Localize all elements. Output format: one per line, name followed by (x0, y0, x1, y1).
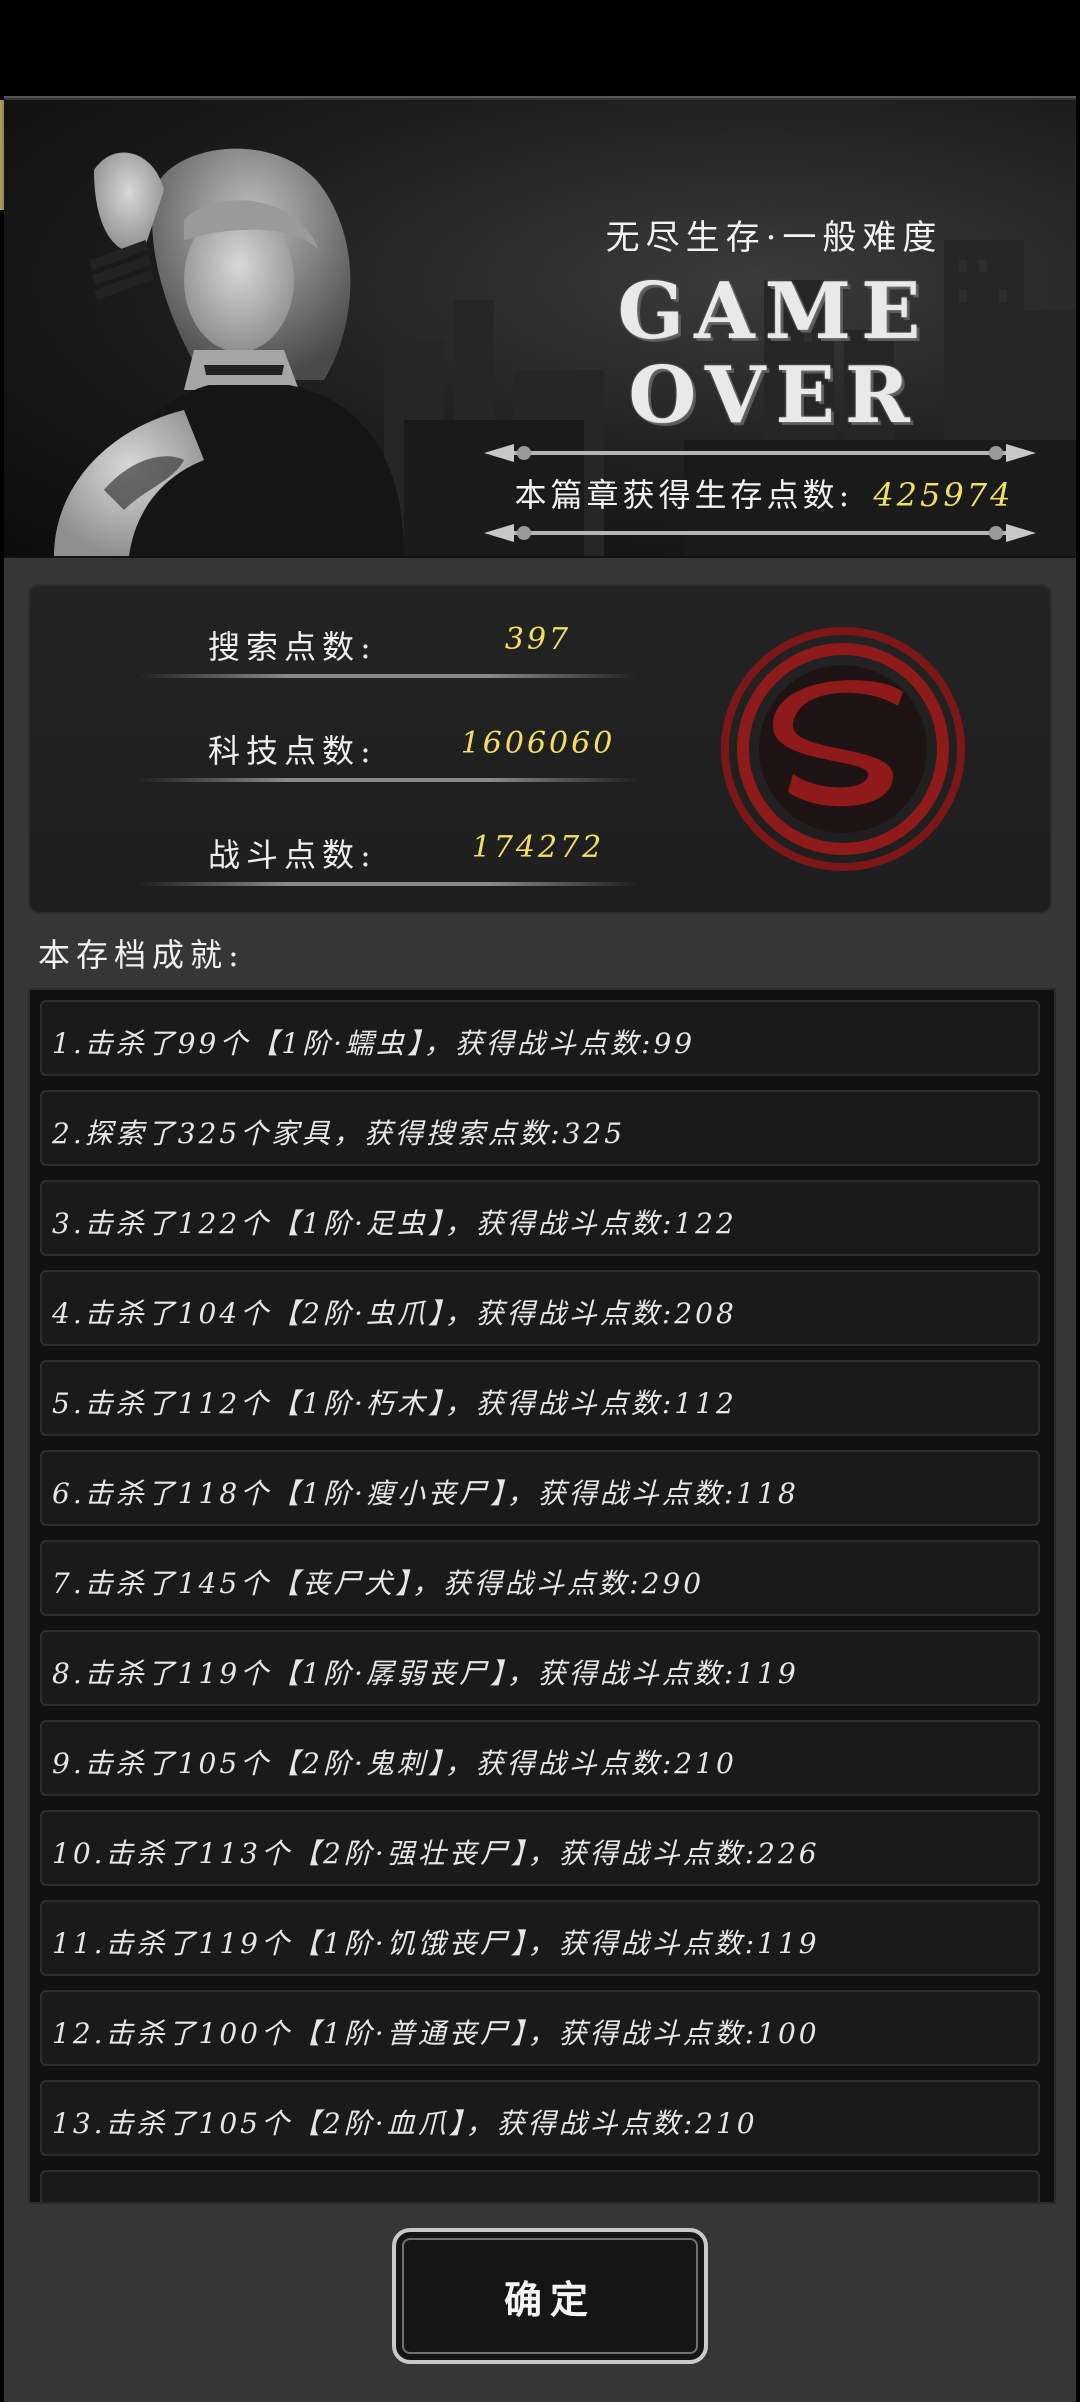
search-points-row: 搜索点数: 397 (138, 614, 638, 684)
ornament-rule-bottom (484, 524, 1036, 542)
list-item: 12.击杀了100个【1阶·普通丧尸】，获得战斗点数:100 (40, 1990, 1040, 2066)
achievement-text: 5.击杀了112个【1阶·朽木】，获得战斗点数:112 (52, 1387, 737, 1420)
achievements-list[interactable]: 1.击杀了99个【1阶·蠕虫】，获得战斗点数:99 2.探索了325个家具，获得… (28, 988, 1056, 2204)
list-item: 5.击杀了112个【1阶·朽木】，获得战斗点数:112 (40, 1360, 1040, 1436)
game-over-line2: OVER (628, 350, 920, 441)
survivor-portrait (54, 148, 404, 556)
confirm-button-label: 确定 (503, 2276, 596, 2322)
tech-points-value: 1606060 (460, 726, 616, 761)
achievement-text: 3.击杀了122个【1阶·足虫】，获得战斗点数:122 (52, 1207, 737, 1240)
combat-points-label: 战斗点数: (208, 836, 377, 874)
row-underline (138, 882, 638, 886)
difficulty-subtitle: 无尽生存·一般难度 (605, 218, 943, 258)
achievement-text: 4.击杀了104个【2阶·虫爪】，获得战斗点数:208 (52, 1297, 737, 1330)
chapter-points-value: 425974 (873, 476, 1014, 514)
list-item: 6.击杀了118个【1阶·瘦小丧尸】，获得战斗点数:118 (40, 1450, 1040, 1526)
chapter-points-label: 本篇章获得生存点数: (514, 476, 854, 514)
achievement-text: 6.击杀了118个【1阶·瘦小丧尸】，获得战斗点数:118 (52, 1477, 799, 1510)
search-points-label: 搜索点数: (208, 628, 377, 666)
tech-points-row: 科技点数: 1606060 (138, 718, 638, 788)
list-item: 13.击杀了105个【2阶·血爪】，获得战斗点数:210 (40, 2080, 1040, 2156)
game-over-line1: GAME (617, 266, 931, 357)
achievement-text: 1.击杀了99个【1阶·蠕虫】，获得战斗点数:99 (52, 1027, 696, 1060)
s-seal-icon (721, 627, 965, 871)
row-underline (138, 778, 638, 782)
list-item: 3.击杀了122个【1阶·足虫】，获得战斗点数:122 (40, 1180, 1040, 1256)
achievement-text: 13.击杀了105个【2阶·血爪】，获得战斗点数:210 (52, 2107, 758, 2140)
list-item: 2.探索了325个家具，获得搜索点数:325 (40, 1090, 1040, 1166)
achievement-text: 10.击杀了113个【2阶·强壮丧尸】，获得战斗点数:226 (52, 1837, 820, 1870)
list-item: 1.击杀了99个【1阶·蠕虫】，获得战斗点数:99 (40, 1000, 1040, 1076)
achievement-text: 2.探索了325个家具，获得搜索点数:325 (52, 1117, 626, 1150)
achievement-text: 8.击杀了119个【1阶·孱弱丧尸】，获得战斗点数:119 (52, 1657, 799, 1690)
achievement-text: 12.击杀了100个【1阶·普通丧尸】，获得战斗点数:100 (52, 2017, 820, 2050)
search-points-value: 397 (504, 622, 572, 657)
chapter-points: 本篇章获得生存点数: 425974 (504, 470, 1024, 516)
list-item: 9.击杀了105个【2阶·鬼刺】，获得战斗点数:210 (40, 1720, 1040, 1796)
game-over-banner: 无尽生存·一般难度 GAME OVER 本篇章获得生存点数: 425974 (4, 100, 1076, 558)
combat-points-value: 174272 (471, 830, 605, 865)
achievement-text: 7.击杀了145个【丧尸犬】，获得战斗点数:290 (52, 1567, 705, 1600)
status-bar (0, 0, 1080, 96)
list-item: 4.击杀了104个【2阶·虫爪】，获得战斗点数:208 (40, 1270, 1040, 1346)
row-underline (138, 674, 638, 678)
list-item-partial (40, 2170, 1040, 2202)
tech-points-label: 科技点数: (208, 732, 377, 770)
achievement-text: 11.击杀了119个【1阶·饥饿丧尸】，获得战斗点数:119 (52, 1927, 820, 1960)
list-item: 11.击杀了119个【1阶·饥饿丧尸】，获得战斗点数:119 (40, 1900, 1040, 1976)
list-item: 7.击杀了145个【丧尸犬】，获得战斗点数:290 (40, 1540, 1040, 1616)
list-item: 8.击杀了119个【1阶·孱弱丧尸】，获得战斗点数:119 (40, 1630, 1040, 1706)
confirm-button[interactable]: 确定 (392, 2228, 708, 2364)
list-item: 10.击杀了113个【2阶·强壮丧尸】，获得战斗点数:226 (40, 1810, 1040, 1886)
ornament-rule-top (484, 444, 1036, 462)
points-summary-card: 搜索点数: 397 科技点数: 1606060 战斗点数: 174272 (28, 584, 1052, 914)
game-over-title: GAME OVER (564, 270, 984, 438)
achievement-text: 9.击杀了105个【2阶·鬼刺】，获得战斗点数:210 (52, 1747, 737, 1780)
combat-points-row: 战斗点数: 174272 (138, 822, 638, 892)
achievements-heading: 本存档成就: (38, 936, 245, 974)
